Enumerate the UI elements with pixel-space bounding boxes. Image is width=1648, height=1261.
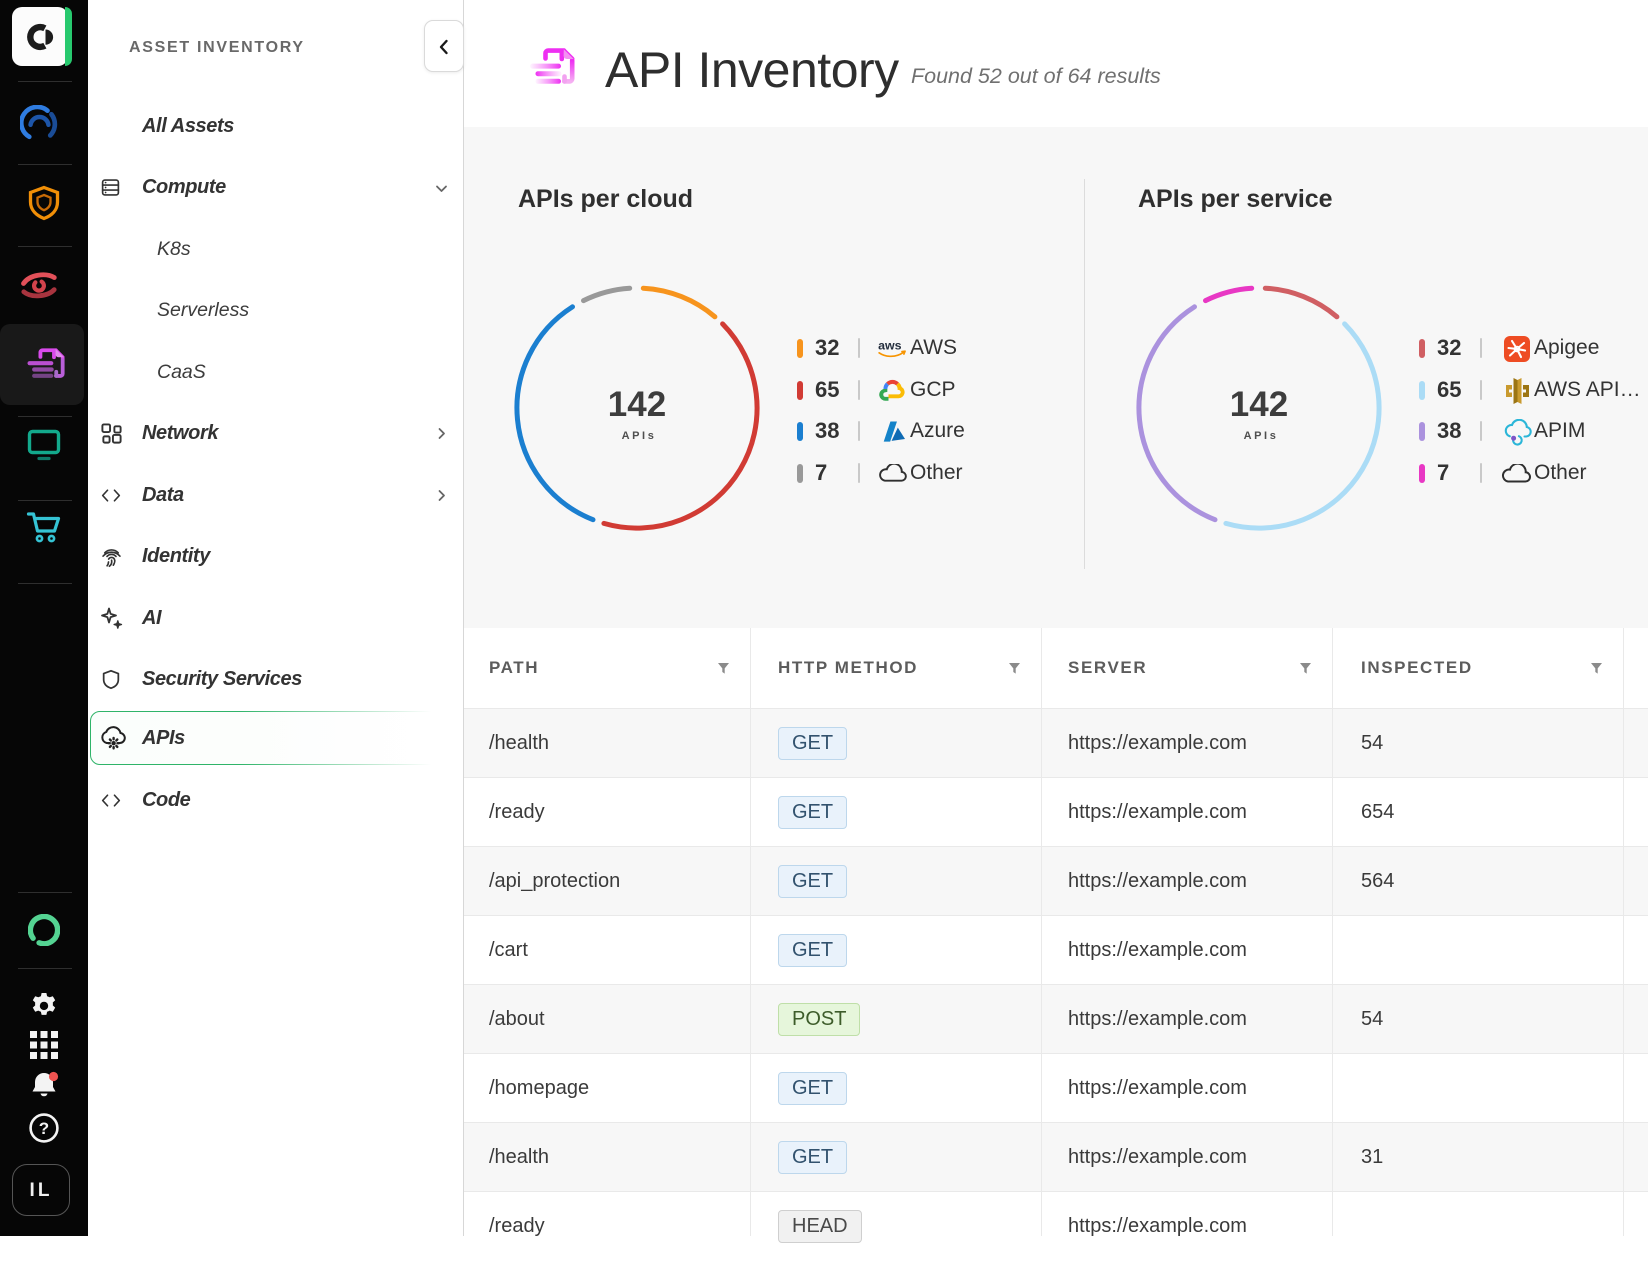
svg-text:aws: aws (878, 338, 902, 352)
svg-text:?: ? (39, 1119, 49, 1138)
